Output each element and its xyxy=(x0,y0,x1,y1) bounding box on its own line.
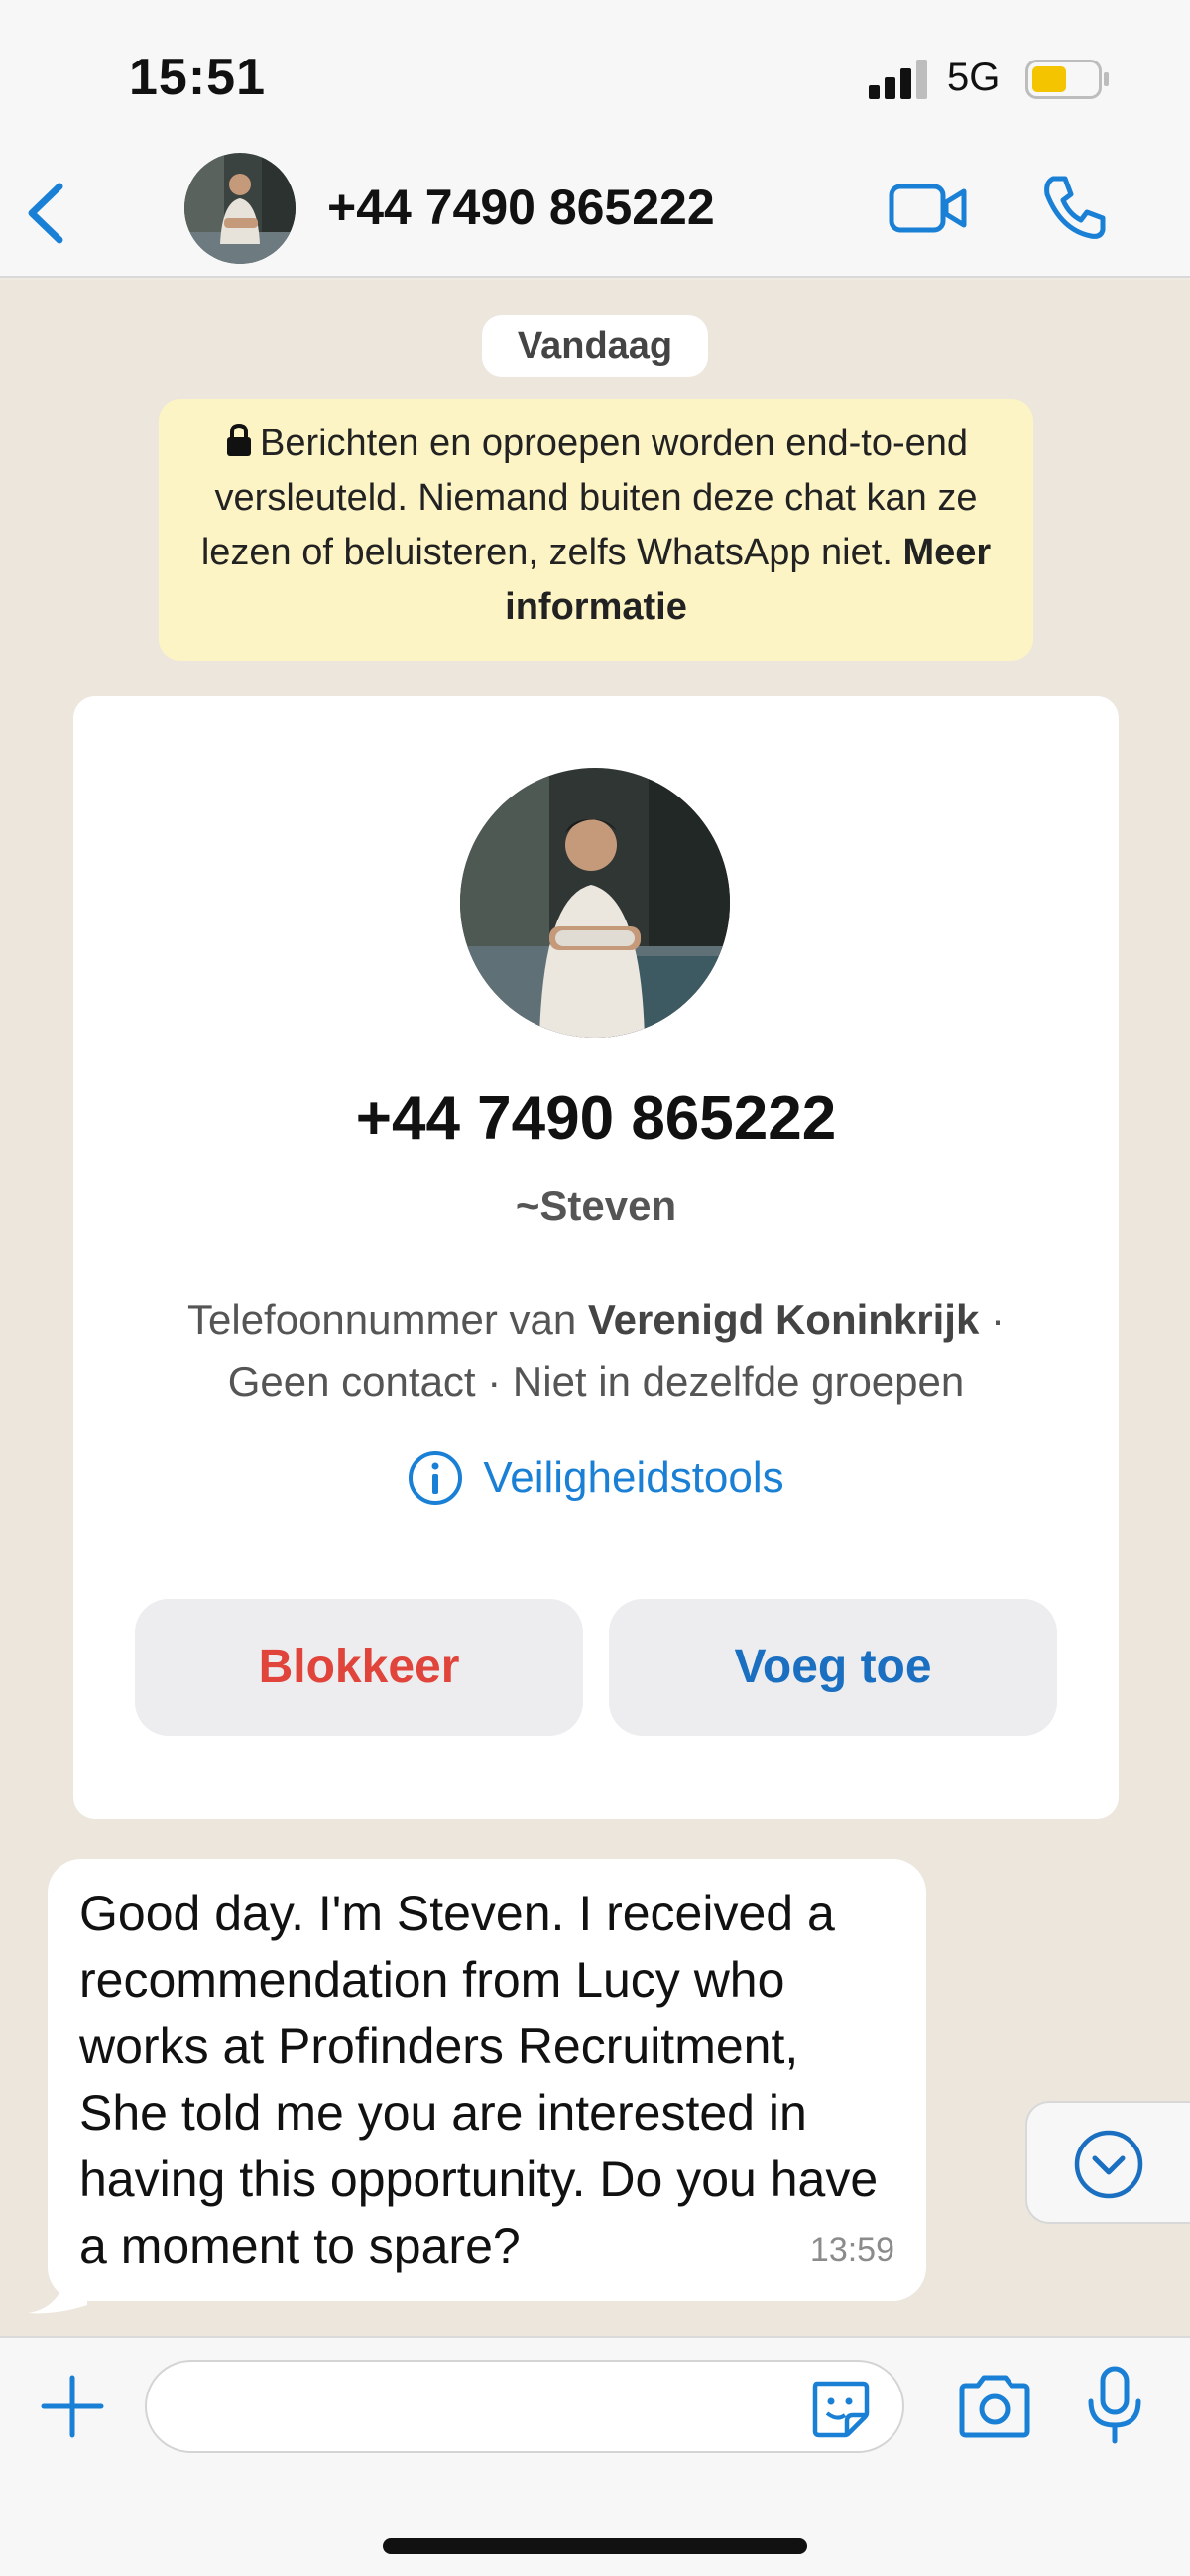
composer-bar xyxy=(0,2336,1190,2576)
meta-rest: Geen contact · Niet in dezelfde groepen xyxy=(227,1358,965,1405)
sticker-icon[interactable] xyxy=(807,2376,873,2441)
lock-icon xyxy=(226,424,251,456)
microphone-icon[interactable] xyxy=(1085,2366,1144,2445)
scroll-to-bottom-button[interactable] xyxy=(1025,2101,1190,2224)
contact-profile-photo[interactable] xyxy=(460,768,730,1038)
incoming-message[interactable]: Good day. I'm Steven. I received a recom… xyxy=(48,1859,926,2301)
message-time: 13:59 xyxy=(809,2231,894,2269)
status-bar: 15:51 5G xyxy=(0,0,1190,139)
phone-call-icon[interactable] xyxy=(1039,173,1109,242)
signal-strength-icon xyxy=(869,60,927,99)
message-input[interactable] xyxy=(145,2360,904,2453)
contact-push-name: ~Steven xyxy=(515,1182,677,1229)
back-chevron-icon[interactable] xyxy=(22,179,71,248)
chevron-down-icon xyxy=(1074,2130,1143,2199)
video-call-icon[interactable] xyxy=(889,179,968,238)
safety-tools-link[interactable]: Veiligheidstools xyxy=(73,1450,1119,1506)
message-text: Good day. I'm Steven. I received a recom… xyxy=(79,1886,879,2273)
contact-info-card: +44 7490 865222 ~Steven Telefoonnummer v… xyxy=(73,696,1119,1819)
status-time: 15:51 xyxy=(129,49,266,106)
info-icon xyxy=(409,1451,463,1505)
meta-separator: · xyxy=(991,1296,1005,1343)
encryption-notice[interactable]: Berichten en oproepen worden end-to-end … xyxy=(159,399,1033,661)
add-contact-button[interactable]: Voeg toe xyxy=(609,1599,1057,1736)
chat-header: +44 7490 865222 xyxy=(0,139,1190,278)
contact-avatar[interactable] xyxy=(184,153,296,264)
battery-icon xyxy=(1025,60,1109,99)
camera-icon[interactable] xyxy=(956,2374,1033,2439)
home-indicator xyxy=(383,2538,807,2554)
contact-meta: Telefoonnummer van Verenigd Koninkrijk ·… xyxy=(113,1289,1079,1412)
contact-phone-number: +44 7490 865222 xyxy=(355,1084,837,1153)
encryption-notice-text: Berichten en oproepen worden end-to-end … xyxy=(200,423,978,573)
network-type: 5G xyxy=(947,56,1001,99)
block-button[interactable]: Blokkeer xyxy=(135,1599,583,1736)
chat-area[interactable]: Vandaag Berichten en oproepen worden end… xyxy=(0,280,1190,2336)
meta-prefix: Telefoonnummer van xyxy=(187,1296,577,1343)
plus-icon[interactable] xyxy=(40,2374,105,2439)
contact-title[interactable]: +44 7490 865222 xyxy=(327,179,715,236)
date-divider: Vandaag xyxy=(482,315,708,377)
meta-country: Verenigd Koninkrijk xyxy=(587,1296,980,1343)
safety-tools-label: Veiligheidstools xyxy=(483,1453,784,1502)
